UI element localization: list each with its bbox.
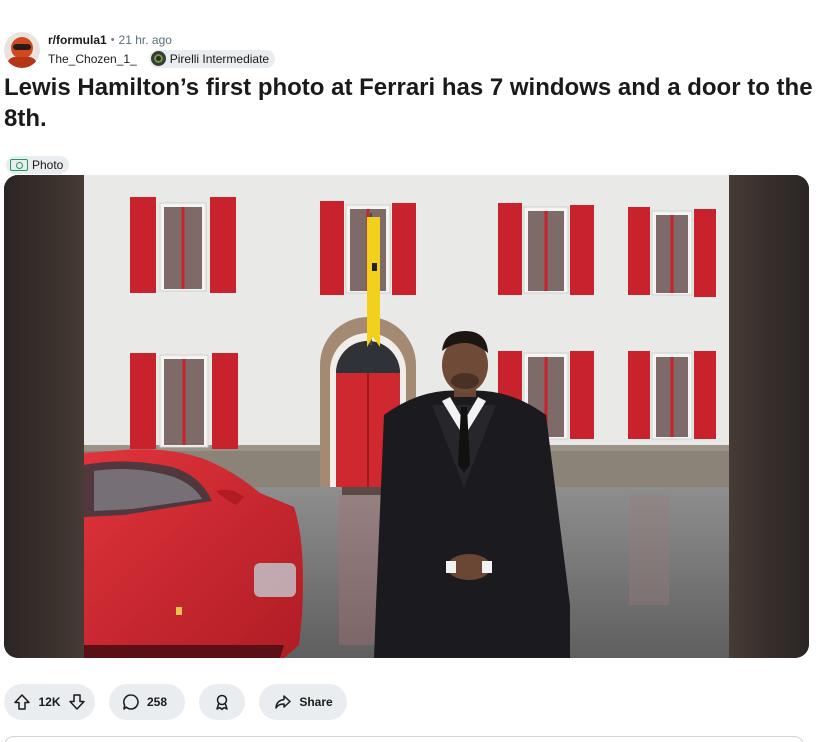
share-label: Share [299, 695, 333, 709]
share-arrow-icon [275, 695, 292, 709]
camera-icon [10, 159, 28, 171]
post-actions: 12K 258 Share [4, 684, 361, 720]
vote-pill: 12K [4, 684, 95, 720]
media-blur-left [4, 175, 84, 658]
post-photo-illustration [84, 175, 729, 658]
author-flair: Pirelli Intermediate [148, 49, 276, 68]
share-button[interactable]: Share [259, 684, 347, 720]
award-button[interactable] [199, 684, 245, 720]
meta-separator: • [110, 33, 115, 46]
post-meta: r/formula1 • 21 hr. ago The_Chozen_1_ Pi… [48, 32, 276, 69]
subreddit-avatar[interactable] [4, 32, 40, 68]
post-header: r/formula1 • 21 hr. ago The_Chozen_1_ Pi… [4, 30, 276, 70]
post-title[interactable]: Lewis Hamilton’s first photo at Ferrari … [4, 72, 820, 134]
post-media[interactable] [4, 175, 809, 658]
award-icon [216, 694, 228, 711]
media-blur-right [729, 175, 809, 658]
author-link[interactable]: The_Chozen_1_ [48, 52, 137, 66]
post-time: 21 hr. ago [118, 32, 172, 47]
tyre-icon [150, 51, 166, 66]
comments-button[interactable]: 258 [109, 684, 185, 720]
comment-input-box[interactable] [4, 736, 804, 742]
post-tag-label: Photo [32, 158, 64, 172]
post-tag[interactable]: Photo [6, 156, 70, 174]
vote-count: 12K [38, 695, 61, 709]
arrow-down-icon[interactable] [67, 692, 87, 712]
comment-count: 258 [147, 695, 168, 709]
arrow-up-icon[interactable] [12, 692, 32, 712]
post-image[interactable] [84, 175, 729, 658]
subreddit-link[interactable]: r/formula1 [48, 33, 107, 47]
author-flair-text: Pirelli Intermediate [169, 51, 270, 66]
speech-bubble-icon [123, 694, 139, 710]
